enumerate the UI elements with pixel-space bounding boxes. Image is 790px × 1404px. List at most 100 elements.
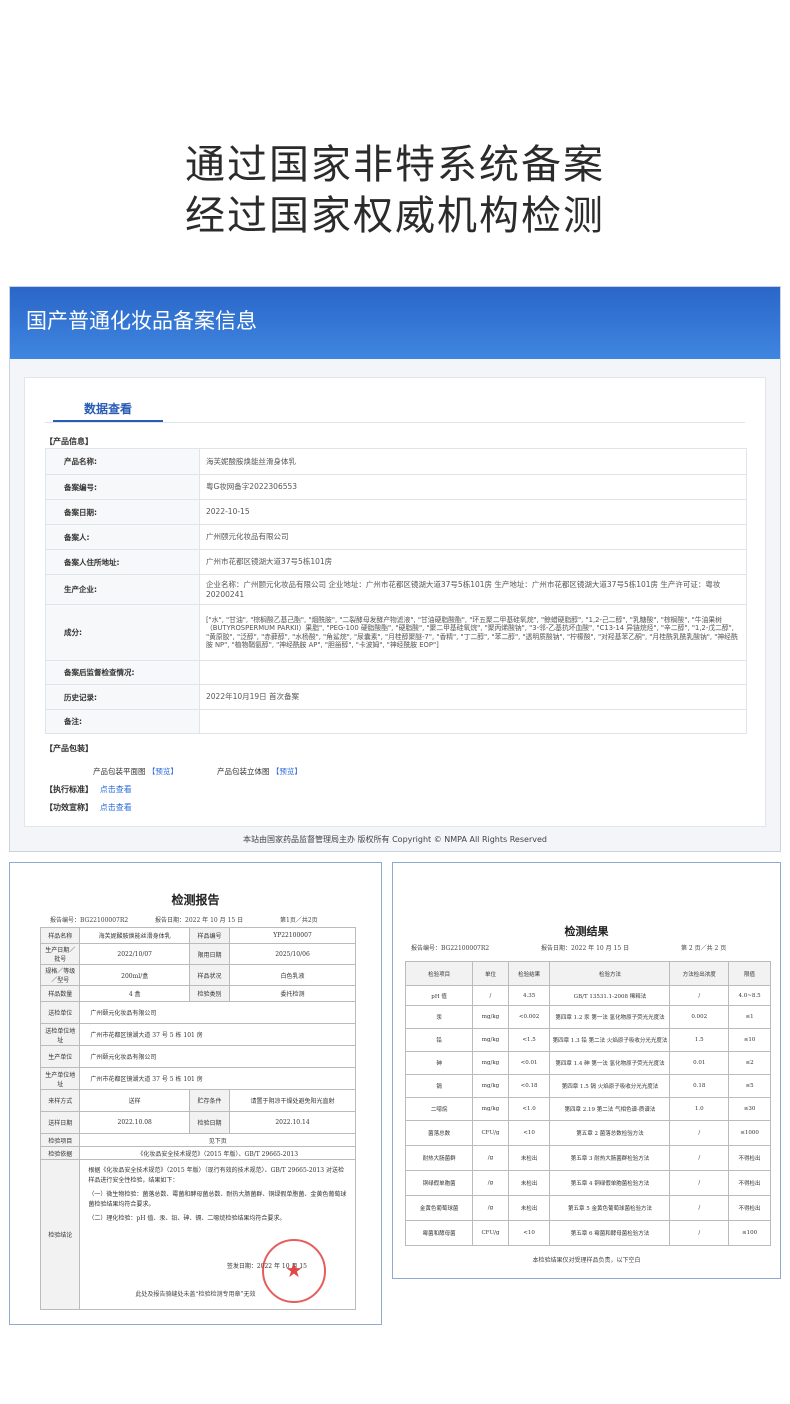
cell: 送样 bbox=[79, 1089, 190, 1112]
standard-view-link[interactable]: 点击查看 bbox=[100, 785, 132, 794]
cell: 送检单位地址 bbox=[39, 1023, 81, 1046]
cell: <0.002 bbox=[507, 1005, 551, 1029]
cell: /g bbox=[472, 1170, 509, 1196]
cell: 第四章 1.4 砷 第一法 氢化物原子荧光光度法 bbox=[549, 1051, 671, 1075]
cell: 耐热大肠菌群 bbox=[404, 1145, 474, 1171]
hero-line-1: 通过国家非特系统备案 bbox=[185, 142, 605, 188]
cell: 汞 bbox=[404, 1005, 474, 1029]
cell: 样品编号 bbox=[188, 927, 231, 944]
cell: mg/kg bbox=[472, 1005, 509, 1029]
cell: mg/kg bbox=[472, 1028, 509, 1052]
standard-row: 【执行标准】 点击查看 bbox=[45, 784, 132, 795]
table-row: 生产单位 广州颐元化妆品有限公司 bbox=[39, 1045, 356, 1068]
nmpa-portal-panel: 国产普通化妆品备案信息 数据查看 【产品信息】 产品名称: 海芙妮酸胺焕能丝滑身体… bbox=[9, 286, 781, 852]
row-value: 2022-10-15 bbox=[199, 499, 747, 525]
cell: 4.0~8.5 bbox=[728, 985, 771, 1006]
cell: 铜绿假单胞菌 bbox=[404, 1170, 474, 1196]
cell: 送样日期 bbox=[39, 1111, 81, 1134]
pack-front-preview-link[interactable]: 【预览】 bbox=[148, 767, 178, 776]
row-key: 备注: bbox=[45, 709, 200, 734]
row-key: 生产企业: bbox=[45, 574, 200, 605]
table-row: 备案后监督检查情况: bbox=[45, 660, 747, 685]
cell: GB/T 13531.1-2008 稀释法 bbox=[549, 985, 671, 1006]
cell: 第五章 5 金黄色葡萄球菌检验方法 bbox=[549, 1195, 671, 1221]
cell: 0.002 bbox=[669, 1005, 730, 1029]
cell: 第四章 1.2 汞 第一法 氢化物原子荧光光度法 bbox=[549, 1005, 671, 1029]
packaging-title: 【产品包装】 bbox=[45, 744, 93, 753]
cell: 1.0 bbox=[669, 1097, 730, 1121]
cell: 第五章 6 霉菌和酵母菌检验方法 bbox=[549, 1220, 671, 1246]
cell: <10 bbox=[507, 1120, 551, 1146]
report-1-number: 报告编号：BG22100007R2 bbox=[50, 917, 129, 924]
cell: CFU/g bbox=[472, 1120, 509, 1146]
cell: <1.0 bbox=[507, 1097, 551, 1121]
cell: 菌落总数 bbox=[404, 1120, 474, 1146]
row-value: 广州颐元化妆品有限公司 bbox=[199, 524, 747, 550]
cell: 金黄色葡萄球菌 bbox=[404, 1195, 474, 1221]
cell: 生产单位 bbox=[39, 1045, 81, 1068]
cell: / bbox=[669, 1170, 730, 1196]
standard-label: 【执行标准】 bbox=[45, 785, 93, 794]
cell: ≤100 bbox=[728, 1220, 771, 1246]
table-row: 备案人: 广州颐元化妆品有限公司 bbox=[45, 524, 747, 550]
table-row: 耐热大肠菌群/g 未检出 第五章 3 耐热大肠菌群检验方法 / 不得检出 bbox=[404, 1145, 771, 1171]
cell: 不得检出 bbox=[728, 1145, 771, 1171]
cell: 样品状况 bbox=[188, 964, 231, 986]
cell: <1.5 bbox=[507, 1028, 551, 1052]
table-row: 历史记录: 2022年10月19日 首次备案 bbox=[45, 684, 747, 710]
cell: 《化妆品安全技术规范》（2015 年版）、GB/T 29665-2013 bbox=[79, 1146, 356, 1160]
table-row: 汞 mg/kg <0.002 第四章 1.2 汞 第一法 氢化物原子荧光光度法 0.00… bbox=[404, 1005, 771, 1029]
product-info-table: 产品名称: 海芙妮酸胺焕能丝滑身体乳 备案编号: 粤G妆网备字2022306553 … bbox=[45, 448, 747, 734]
table-row: 备案编号: 粤G妆网备字2022306553 bbox=[45, 474, 747, 500]
report-1-page: 第1页／共2页 bbox=[280, 917, 318, 924]
cell: <10 bbox=[507, 1220, 551, 1246]
pack-3d-preview-link[interactable]: 【预览】 bbox=[272, 767, 302, 776]
cell: 2022.10.08 bbox=[79, 1111, 190, 1134]
cell: 白色乳液 bbox=[229, 964, 356, 986]
cell: YP22100007 bbox=[229, 927, 356, 944]
cell: CFU/g bbox=[472, 1220, 509, 1246]
hero-line-2: 经过国家权威机构检测 bbox=[185, 193, 605, 239]
row-key: 备案后监督检查情况: bbox=[45, 660, 200, 685]
cell: 200ml/盒 bbox=[79, 964, 190, 986]
table-row: 生产企业: 企业名称：广州颐元化妆品有限公司 企业地址：广州市花都区镜湖大道37号… bbox=[45, 574, 747, 605]
cell: ≤30 bbox=[728, 1097, 771, 1121]
cell: 广州颐元化妆品有限公司 bbox=[79, 1045, 356, 1068]
cell: / bbox=[669, 1120, 730, 1146]
table-row: 备案日期: 2022-10-15 bbox=[45, 499, 747, 525]
portal-card: 数据查看 【产品信息】 产品名称: 海芙妮酸胺焕能丝滑身体乳 备案编号: 粤G妆网备… bbox=[24, 377, 766, 827]
table-row: 样品数量 4 盒检验类别 委托检测 bbox=[39, 985, 356, 1002]
table-row: 规格／等级／型号 200ml/盒 样品状况 白色乳液 bbox=[39, 964, 356, 986]
cell: 砷 bbox=[404, 1051, 474, 1075]
cell: 0.01 bbox=[669, 1051, 730, 1075]
inspection-report-page-1: 检测报告 报告编号：BG22100007R2 报告日期：2022 年 10 月 … bbox=[9, 862, 382, 1325]
ingredient-list: ["水", "甘油", "棕榈酸乙基己酯", "烟酰胺", "二裂酵母发酵产物滤… bbox=[199, 604, 747, 661]
cell: 2025/10/06 bbox=[229, 943, 356, 965]
header-cell: 限值 bbox=[728, 961, 771, 986]
cell: 未检出 bbox=[507, 1170, 551, 1196]
cell: 限用日期 bbox=[188, 943, 231, 965]
cell: 生产日期／批号 bbox=[39, 943, 81, 965]
cell: 不得检出 bbox=[728, 1170, 771, 1196]
cell: 第四章 1.3 铅 第二法 火焰原子吸收分光光度法 bbox=[549, 1028, 671, 1052]
table-row: 镉 mg/kg <0.18 第四章 1.5 镉 火焰原子吸收分光光度法 0.18 ≤5 bbox=[404, 1074, 771, 1098]
cell: 铅 bbox=[404, 1028, 474, 1052]
report-1-title: 检测报告 bbox=[171, 893, 220, 907]
conclusion-paragraph: （二）理化检验：pH 值、汞、铅、砷、镉、二噁烷检验结果均符合要求。 bbox=[88, 1215, 286, 1222]
cell: 第五章 3 耐热大肠菌群检验方法 bbox=[549, 1145, 671, 1171]
cell: 生产单位地址 bbox=[39, 1067, 81, 1090]
header-cell: 方法检出浓度 bbox=[669, 961, 730, 986]
table-row: 生产日期／批号 2022/10/07 限用日期 2025/10/06 bbox=[39, 943, 356, 965]
table-row: 样品名称 海芙妮酸胺焕能丝滑身体乳 样品编号 YP22100007 bbox=[39, 927, 356, 944]
efficacy-view-link[interactable]: 点击查看 bbox=[100, 803, 132, 812]
cell: 检验项目 bbox=[39, 1133, 81, 1147]
cell: <0.18 bbox=[507, 1074, 551, 1098]
cell: 0.18 bbox=[669, 1074, 730, 1098]
table-row: 菌落总数 CFU/g <10 第五章 2 菌落总数检验方法 / ≤1000 bbox=[404, 1120, 771, 1146]
inspection-report-page-2: 检测结果 报告编号：BG22100007R2 报告日期：2022 年 10 月 … bbox=[392, 862, 781, 1279]
cell: /g bbox=[472, 1195, 509, 1221]
table-row: 金黄色葡萄球菌/g 未检出 第五章 5 金黄色葡萄球菌检验方法 / 不得检出 bbox=[404, 1195, 771, 1221]
tab-data-view[interactable]: 数据查看 bbox=[53, 392, 163, 422]
row-key: 产品名称: bbox=[45, 448, 200, 475]
cell: ≤2 bbox=[728, 1051, 771, 1075]
